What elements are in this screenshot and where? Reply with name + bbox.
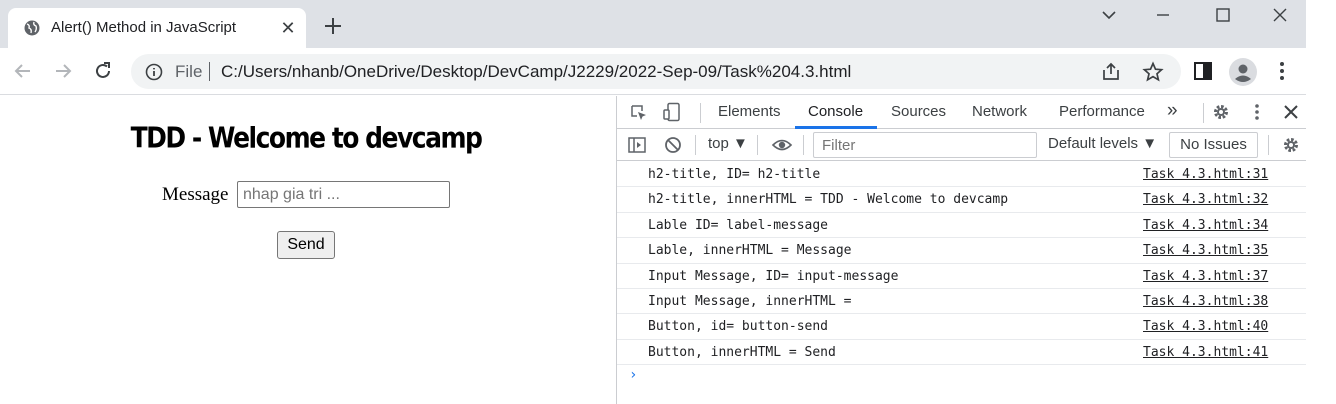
console-log-row: h2-title, innerHTML = TDD - Welcome to d… (617, 187, 1307, 213)
tab-title: Alert() Method in JavaScript (51, 19, 237, 36)
toolbar-divider (1268, 135, 1269, 155)
devtools-kebab-icon[interactable] (1247, 102, 1267, 122)
log-source-link[interactable]: Task 4.3.html:34 (1143, 218, 1268, 233)
console-log-row: h2-title, ID= h2-title Task 4.3.html:31 (617, 162, 1307, 188)
console-filter-input[interactable] (813, 132, 1037, 158)
console-log-row: Lable ID= label-message Task 4.3.html:34 (617, 213, 1307, 239)
tab-performance[interactable]: Performance (1059, 103, 1145, 120)
log-source-link[interactable]: Task 4.3.html:31 (1143, 167, 1268, 182)
message-input[interactable] (237, 181, 450, 208)
console-log-row: Input Message, ID= input-message Task 4.… (617, 264, 1307, 289)
omnibox-divider (209, 62, 210, 81)
share-icon[interactable] (1101, 62, 1121, 82)
sidebar-toggle-icon[interactable] (627, 135, 647, 155)
tab-network[interactable]: Network (972, 103, 1027, 120)
info-icon[interactable] (145, 63, 163, 81)
close-devtools-icon[interactable] (1281, 102, 1301, 122)
new-tab-icon[interactable] (321, 14, 345, 38)
log-message: Lable ID= label-message (648, 217, 829, 233)
toolbar-divider (700, 103, 701, 123)
back-icon[interactable] (12, 60, 34, 82)
toolbar-divider (803, 135, 804, 155)
prompt-chevron-icon: › (629, 367, 638, 384)
log-source-link[interactable]: Task 4.3.html:40 (1143, 319, 1268, 334)
tab-elements[interactable]: Elements (718, 103, 781, 120)
send-button[interactable]: Send (277, 231, 335, 259)
log-message: Lable, innerHTML = Message (648, 243, 852, 259)
live-expression-eye-icon[interactable] (771, 135, 793, 155)
tab-strip: Alert() Method in JavaScript ✕ (0, 0, 1306, 48)
clear-console-icon[interactable] (663, 135, 683, 155)
console-settings-gear-icon[interactable] (1281, 135, 1301, 155)
minimize-icon[interactable] (1152, 4, 1174, 26)
log-message: Input Message, innerHTML = (648, 293, 852, 309)
console-log-row: Button, id= button-send Task 4.3.html:40 (617, 314, 1307, 340)
window-margin (1306, 0, 1336, 404)
forward-icon[interactable] (52, 60, 74, 82)
log-levels-dropdown[interactable]: Default levels ▼ (1048, 135, 1157, 152)
bookmark-star-icon[interactable] (1142, 61, 1164, 83)
page-viewport: TDD - Welcome to devcamp Message Send (0, 96, 616, 404)
tab-sources[interactable]: Sources (891, 103, 946, 120)
tab-search-icon[interactable] (1098, 4, 1120, 26)
url-text[interactable]: C:/Users/nhanb/OneDrive/Desktop/DevCamp/… (221, 62, 851, 82)
browser-toolbar: File C:/Users/nhanb/OneDrive/Desktop/Dev… (0, 48, 1306, 95)
close-tab-icon[interactable]: ✕ (278, 18, 298, 38)
log-message: Button, id= button-send (648, 319, 829, 335)
log-source-link[interactable]: Task 4.3.html:41 (1143, 345, 1268, 360)
console-prompt[interactable]: › (617, 365, 1307, 387)
address-bar[interactable]: File C:/Users/nhanb/OneDrive/Desktop/Dev… (131, 54, 1181, 89)
toolbar-divider (1203, 103, 1204, 123)
profile-avatar-icon[interactable] (1229, 58, 1257, 86)
devtools-panel: Elements Console Sources Network Perform… (616, 96, 1307, 404)
console-output: h2-title, ID= h2-title Task 4.3.html:31 … (617, 162, 1307, 387)
tab-console[interactable]: Console (808, 103, 863, 120)
context-selector[interactable]: top ▼ (708, 135, 748, 152)
log-message: h2-title, ID= h2-title (648, 167, 821, 182)
log-source-link[interactable]: Task 4.3.html:37 (1143, 269, 1268, 284)
log-message: Button, innerHTML = Send (648, 344, 836, 360)
close-window-icon[interactable] (1269, 4, 1291, 26)
log-message: Input Message, ID= input-message (648, 268, 899, 284)
log-source-link[interactable]: Task 4.3.html:35 (1143, 243, 1268, 258)
file-label: File (175, 62, 203, 81)
message-label: Message (162, 184, 229, 205)
settings-gear-icon[interactable] (1211, 102, 1231, 122)
console-log-row: Lable, innerHTML = Message Task 4.3.html… (617, 238, 1307, 264)
log-source-link[interactable]: Task 4.3.html:38 (1143, 294, 1268, 309)
toolbar-divider (757, 135, 758, 155)
page-heading: TDD - Welcome to devcamp (130, 120, 483, 155)
log-source-link[interactable]: Task 4.3.html:32 (1143, 192, 1268, 207)
globe-icon (24, 20, 40, 36)
maximize-icon[interactable] (1212, 4, 1234, 26)
console-log-row: Input Message, innerHTML = Task 4.3.html… (617, 289, 1307, 315)
device-toolbar-icon[interactable] (662, 102, 682, 122)
kebab-menu-icon[interactable] (1271, 60, 1293, 82)
toolbar-divider (695, 135, 696, 155)
side-panel-icon[interactable] (1192, 60, 1214, 82)
browser-tab[interactable]: Alert() Method in JavaScript ✕ (8, 8, 306, 48)
more-tabs-button[interactable]: » (1167, 100, 1178, 122)
console-toolbar: top ▼ Default levels ▼ No Issues (617, 129, 1307, 161)
reload-icon[interactable] (92, 60, 114, 82)
inspect-element-icon[interactable] (629, 103, 649, 123)
console-log-row: Button, innerHTML = Send Task 4.3.html:4… (617, 340, 1307, 366)
issues-button[interactable]: No Issues (1169, 132, 1258, 158)
devtools-tabbar: Elements Console Sources Network Perform… (617, 96, 1307, 129)
log-message: h2-title, innerHTML = TDD - Welcome to d… (648, 192, 1009, 208)
